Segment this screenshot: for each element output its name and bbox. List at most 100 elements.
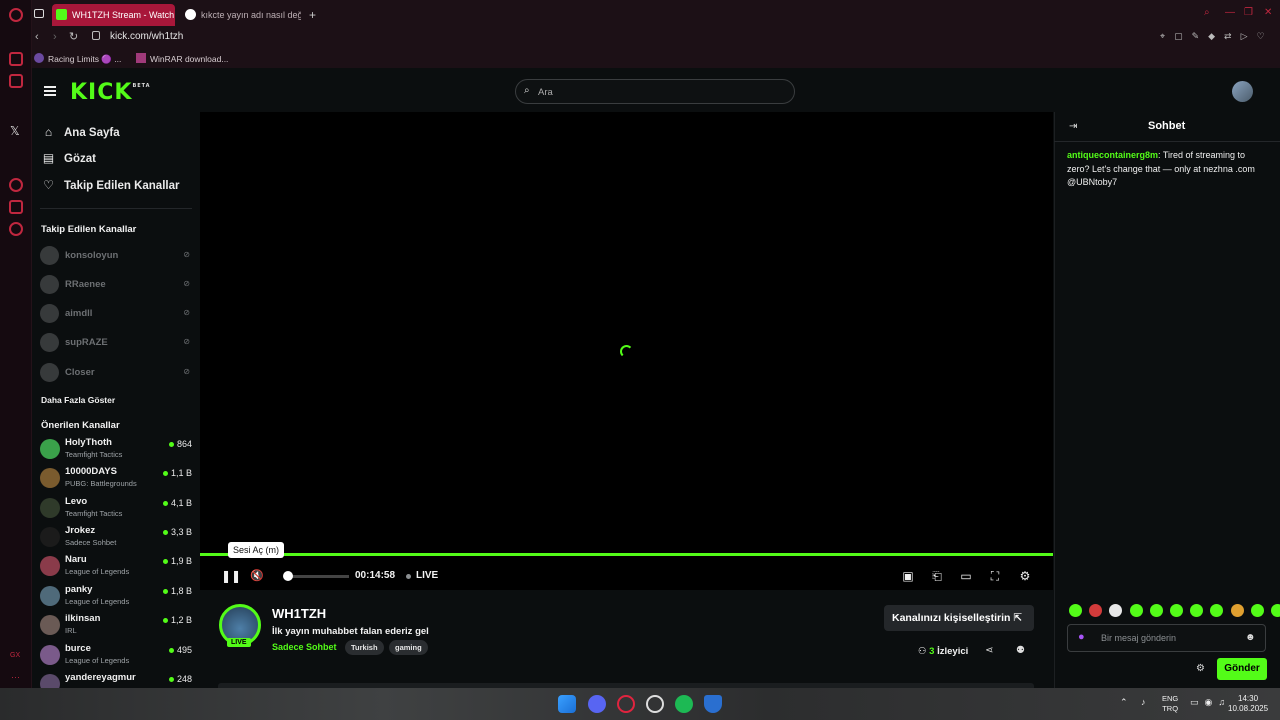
followed-channel[interactable]: RRaenee ⊘ xyxy=(40,274,190,296)
recommended-channel[interactable]: yandereyagmur 248 xyxy=(40,671,192,688)
lock-icon[interactable] xyxy=(92,31,100,40)
recommended-channel[interactable]: ilkinsan IRL 1,2 B xyxy=(40,612,192,640)
discord-icon[interactable] xyxy=(588,695,606,713)
recommended-channel[interactable]: 10000DAYS PUBG: Battlegrounds 1,1 B xyxy=(40,465,192,493)
clock[interactable]: 14:30 10.08.2025 xyxy=(1228,694,1268,714)
forward-icon[interactable]: › xyxy=(53,31,57,43)
emote-icon[interactable] xyxy=(1149,604,1163,617)
followed-channel[interactable]: supRAZE ⊘ xyxy=(40,332,190,354)
tag-gaming[interactable]: gaming xyxy=(389,640,428,655)
chat-settings-icon[interactable]: ⚙ xyxy=(1196,663,1205,674)
spotify-icon[interactable] xyxy=(675,695,693,713)
emote-icon[interactable] xyxy=(1271,604,1280,617)
address-bar xyxy=(32,28,1280,48)
more-icon[interactable]: ··· xyxy=(11,672,20,682)
sidebar-app-icon[interactable] xyxy=(9,200,23,214)
avatar xyxy=(40,498,60,518)
search-tabs-icon[interactable]: ⌕ xyxy=(1204,8,1214,18)
emote-icon[interactable] xyxy=(1069,604,1082,617)
volume-slider[interactable] xyxy=(288,575,349,578)
nav-home[interactable]: ⌂ Ana Sayfa xyxy=(42,124,120,142)
sidebar-app-icon[interactable] xyxy=(9,52,23,66)
channel-name: HolyThoth xyxy=(65,437,112,448)
back-icon[interactable]: ‹ xyxy=(35,31,39,43)
emote-icon[interactable] xyxy=(1170,604,1183,617)
language-indicator[interactable]: ENG TRQ xyxy=(1162,694,1178,714)
menu-icon[interactable] xyxy=(44,86,56,96)
viewer-count: 864 xyxy=(168,439,192,449)
show-more-link[interactable]: Daha Fazla Göster xyxy=(41,395,115,405)
bookmark-racing-limits[interactable]: Racing Limits 🟣 ... xyxy=(48,54,121,65)
pause-icon[interactable]: ❚❚ xyxy=(221,569,241,583)
tag-turkish[interactable]: Turkish xyxy=(345,640,384,655)
channel-name[interactable]: WH1TZH xyxy=(272,606,326,621)
microphone-icon[interactable]: ● xyxy=(1078,631,1085,643)
fullscreen-icon[interactable]: ⛶ xyxy=(988,569,1002,583)
reload-icon[interactable]: ↻ xyxy=(69,30,78,43)
avatar xyxy=(40,586,60,606)
bookmark-favicon-icon xyxy=(34,53,44,63)
unmute-tooltip: Sesi Aç (m) xyxy=(228,542,285,558)
emote-icon[interactable] xyxy=(1230,604,1244,617)
sidebar-app-icon[interactable] xyxy=(9,74,23,88)
minimize-icon[interactable]: — xyxy=(1225,8,1235,18)
tab-inactive[interactable]: kıkcte yayın adı nasıl değe xyxy=(181,4,301,26)
windows-start-icon[interactable] xyxy=(558,695,576,713)
settings-icon[interactable] xyxy=(9,222,23,236)
recommended-channel[interactable]: Naru League of Legends 1,9 B xyxy=(40,553,192,581)
recommended-channel[interactable]: HolyThoth Teamfight Tactics 864 xyxy=(40,436,192,464)
tray-status-icons[interactable]: ▭◉♫ xyxy=(1190,697,1231,708)
tray-chevron-icon[interactable]: ⌃ xyxy=(1120,697,1128,708)
user-avatar[interactable] xyxy=(1232,81,1253,102)
customize-channel-button[interactable]: Kanalınızı kişiselleştirin ⇱ xyxy=(884,605,1034,631)
recommended-channel[interactable]: burce League of Legends 495 xyxy=(40,642,192,670)
nav-browse[interactable]: ▤ Gözat xyxy=(42,150,96,168)
obs-icon[interactable] xyxy=(646,695,664,713)
muted-icon[interactable]: 🔇 xyxy=(250,569,264,583)
opera-logo-icon[interactable] xyxy=(9,8,23,22)
recommended-channel[interactable]: Levo Teamfight Tactics 4,1 B xyxy=(40,495,192,523)
clip-icon[interactable]: ⎗ xyxy=(930,569,944,583)
kick-logo[interactable]: KICKBETA xyxy=(70,80,151,105)
microphone-tray-icon[interactable]: ♪ xyxy=(1141,697,1146,707)
gx-icon[interactable]: GX xyxy=(10,652,20,659)
share-icon[interactable]: ⋖ xyxy=(985,645,993,656)
close-window-icon[interactable]: ✕ xyxy=(1264,8,1274,18)
recommended-channel[interactable]: Jrokez Sadece Sohbet 3,3 B xyxy=(40,524,192,552)
followed-channel[interactable]: aimdll ⊘ xyxy=(40,303,190,325)
nav-following[interactable]: ♡ Takip Edilen Kanallar xyxy=(42,177,179,195)
followed-channel[interactable]: konsoloyun ⊘ xyxy=(40,245,190,267)
shield-icon[interactable] xyxy=(704,695,722,713)
followed-channel[interactable]: Closer ⊘ xyxy=(40,362,190,384)
stream-category[interactable]: Sadece Sohbet xyxy=(272,642,337,652)
tab-island-icon[interactable] xyxy=(34,9,44,18)
address-bar-tools[interactable]: ⌖▢✎◆⇄▷♡ xyxy=(1160,31,1274,42)
send-button[interactable]: Gönder xyxy=(1217,658,1267,680)
theater-mode-icon[interactable]: ▭ xyxy=(959,569,973,583)
emote-icon[interactable] xyxy=(1250,604,1264,617)
restore-icon[interactable]: ❐ xyxy=(1244,8,1254,18)
recommended-title: Önerilen Kanallar xyxy=(41,420,120,431)
url-field[interactable]: kick.com/wh1tzh xyxy=(110,31,183,42)
new-tab-icon[interactable]: + xyxy=(309,8,316,22)
emoji-icon[interactable]: ☻ xyxy=(1245,632,1256,643)
chat-username[interactable]: antiquecontainerg8m xyxy=(1067,150,1158,160)
history-icon[interactable] xyxy=(9,178,23,192)
opera-gx-icon[interactable] xyxy=(617,695,635,713)
collapse-chat-icon[interactable]: ⇥ xyxy=(1069,121,1077,132)
avatar xyxy=(40,615,60,635)
google-favicon-icon xyxy=(185,9,196,20)
emote-icon[interactable] xyxy=(1129,604,1143,617)
volume-knob[interactable] xyxy=(283,571,293,581)
settings-icon[interactable]: ⚙ xyxy=(1018,569,1032,583)
tab-active[interactable]: WH1TZH Stream - Watch xyxy=(52,4,175,26)
search-input[interactable]: ⌕ Ara xyxy=(515,79,795,104)
bookmark-winrar[interactable]: WinRAR download... xyxy=(150,54,228,64)
avatar xyxy=(40,468,60,488)
recommended-channel[interactable]: panky League of Legends 1,8 B xyxy=(40,583,192,611)
progress-bar[interactable] xyxy=(200,553,1053,556)
x-twitter-icon[interactable]: 𝕏 xyxy=(10,124,20,138)
user-card-icon[interactable]: ⚉ xyxy=(1016,645,1025,656)
mini-player-icon[interactable]: ▣ xyxy=(901,569,915,583)
live-label[interactable]: LIVE xyxy=(416,570,438,581)
